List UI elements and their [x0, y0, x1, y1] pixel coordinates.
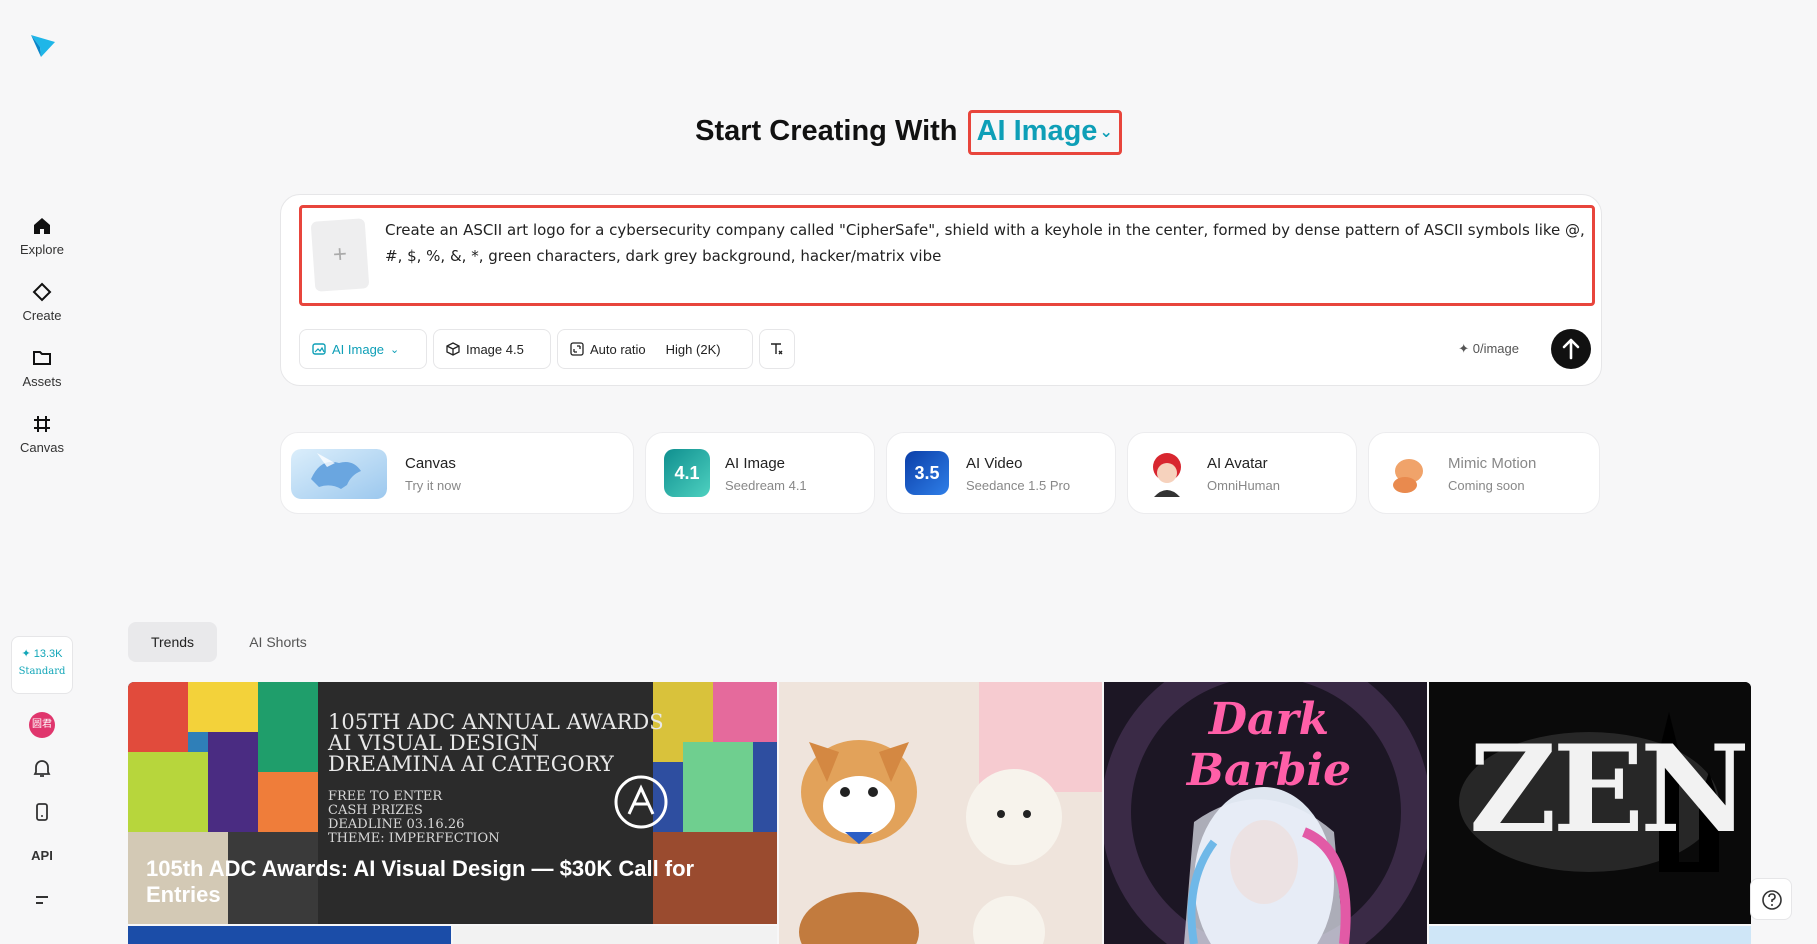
- gallery-item-next-middle[interactable]: [453, 926, 777, 944]
- tool-title: Canvas: [405, 455, 456, 472]
- credits-amount: ✦ 13.3K: [21, 648, 63, 660]
- tool-subtitle: Seedream 4.1: [725, 478, 807, 493]
- prompt-card: + Create an ASCII art logo for a cyberse…: [280, 194, 1602, 386]
- prompt-input-area[interactable]: + Create an ASCII art logo for a cyberse…: [299, 205, 1595, 306]
- mode-dropdown[interactable]: AI Image ⌄: [299, 329, 427, 369]
- zen-title: ZEN: [1469, 719, 1750, 860]
- diamond-icon: [32, 282, 52, 302]
- folder-icon: [33, 351, 51, 365]
- headline-line: DREAMINA AI CATEGORY: [328, 752, 614, 776]
- tool-title: AI Avatar: [1207, 455, 1268, 472]
- tab-ai-shorts[interactable]: AI Shorts: [228, 622, 328, 662]
- seedance-badge: 3.5: [905, 451, 949, 495]
- sidebar-item-canvas[interactable]: Canvas: [0, 414, 84, 455]
- badge-version: 4.1: [674, 463, 700, 483]
- mimic-motion-thumbnail: [1393, 459, 1423, 493]
- help-button[interactable]: [1750, 878, 1792, 920]
- model-label: Image 4.5: [466, 341, 524, 357]
- menu-icon[interactable]: [30, 888, 54, 912]
- image-icon: [312, 343, 326, 355]
- sidebar-item-explore[interactable]: Explore: [0, 216, 84, 257]
- canvas-icon: [34, 416, 50, 432]
- upload-reference-button[interactable]: +: [310, 218, 370, 292]
- tool-card-ai-video[interactable]: 3.5 AI Video Seedance 1.5 Pro: [886, 432, 1116, 514]
- ratio-icon: [570, 342, 584, 356]
- detail-line: FREE TO ENTER: [328, 789, 443, 804]
- mode-label: AI Image: [976, 115, 1098, 147]
- title-prefix: Start Creating With: [695, 115, 958, 147]
- featured-caption: 105th ADC Awards: AI Visual Design — $30…: [146, 856, 695, 907]
- barbie-title: Dark Barbie: [1186, 694, 1352, 796]
- tab-trends[interactable]: Trends: [128, 622, 217, 662]
- awards-details: FREE TO ENTER CASH PRIZES DEADLINE 03.16…: [328, 790, 500, 846]
- chevron-down-icon: ⌄: [390, 343, 400, 356]
- prompt-input[interactable]: Create an ASCII art logo for a cybersecu…: [385, 217, 1585, 269]
- cube-icon: [446, 342, 460, 356]
- sidebar-item-create[interactable]: Create: [0, 282, 84, 323]
- page-title: Start Creating With AI Image ⌄: [0, 110, 1817, 155]
- model-selector[interactable]: Image 4.5: [433, 329, 551, 369]
- gallery-item-zen[interactable]: ZEN: [1429, 682, 1751, 924]
- tool-card-ai-image[interactable]: 4.1 AI Image Seedream 4.1: [645, 432, 875, 514]
- featured-gallery-card[interactable]: 105TH ADC ANNUAL AWARDS AI VISUAL DESIGN…: [128, 682, 777, 924]
- ratio-label: Auto ratio: [590, 341, 646, 357]
- tool-subtitle: OmniHuman: [1207, 478, 1280, 493]
- badge-version: 3.5: [914, 463, 940, 483]
- api-link[interactable]: API: [0, 848, 84, 863]
- home-icon: [34, 218, 50, 234]
- quality-label: High (2K): [665, 341, 721, 357]
- canvas-pegasus-thumbnail: [291, 449, 387, 499]
- tool-subtitle: Seedance 1.5 Pro: [966, 478, 1071, 493]
- awards-headline: 105TH ADC ANNUAL AWARDS AI VISUAL DESIGN…: [328, 712, 664, 775]
- tool-card-mimic-motion[interactable]: Mimic Motion Coming soon: [1368, 432, 1600, 514]
- gallery-item-dark-barbie[interactable]: Dark Barbie: [1104, 682, 1427, 944]
- generate-button[interactable]: [1551, 329, 1591, 369]
- sidebar-item-label: Explore: [19, 242, 65, 257]
- cost-label: 0/image: [1472, 341, 1519, 356]
- tool-subtitle: Coming soon: [1448, 478, 1525, 493]
- avatar[interactable]: 圆君: [29, 712, 55, 738]
- text-style-button[interactable]: [759, 329, 795, 369]
- text-icon: [771, 343, 783, 355]
- seedream-badge: 4.1: [664, 449, 710, 497]
- avatar-character-thumbnail: [1153, 453, 1181, 497]
- plus-icon: +: [332, 240, 348, 269]
- detail-line: THEME: IMPERFECTION: [328, 831, 500, 846]
- detail-line: DEADLINE 03.16.26: [328, 817, 465, 832]
- mobile-icon[interactable]: [30, 800, 54, 824]
- sidebar-item-label: Create: [22, 308, 62, 323]
- sidebar-item-label: Canvas: [19, 440, 65, 455]
- tool-card-ai-avatar[interactable]: AI Avatar OmniHuman: [1127, 432, 1357, 514]
- question-icon: [1762, 890, 1782, 910]
- felt-dogs-image: [779, 682, 1102, 944]
- tool-card-canvas[interactable]: Canvas Try it now: [280, 432, 634, 514]
- credits-value: 13.3K: [33, 648, 63, 660]
- tool-title: AI Image: [725, 455, 786, 472]
- bell-icon[interactable]: [30, 756, 54, 780]
- tool-subtitle: Try it now: [405, 478, 461, 493]
- tool-title: Mimic Motion: [1448, 455, 1537, 472]
- headline-line: 105TH ADC ANNUAL AWARDS: [328, 710, 664, 734]
- sidebar-item-assets[interactable]: Assets: [0, 348, 84, 389]
- plan-tier: Standard: [18, 666, 66, 677]
- dreamina-logo[interactable]: [28, 30, 58, 60]
- generation-cost: ✦ 0/image: [1458, 341, 1519, 356]
- adc-logo: [614, 775, 668, 829]
- sidebar-item-label: Assets: [22, 374, 62, 389]
- credits-badge[interactable]: ✦ 13.3K Standard: [11, 636, 73, 694]
- gallery-item-next[interactable]: [1429, 926, 1751, 944]
- gallery-item-next-left[interactable]: [128, 926, 451, 944]
- ratio-quality-selector[interactable]: Auto ratio High (2K): [557, 329, 753, 369]
- headline-line: AI VISUAL DESIGN: [328, 731, 539, 755]
- mode-dropdown-label: AI Image: [332, 341, 385, 357]
- chevron-down-icon: ⌄: [1099, 124, 1113, 142]
- detail-line: CASH PRIZES: [328, 803, 423, 818]
- arrow-up-icon: [1562, 338, 1580, 360]
- gallery-item-felt-dogs[interactable]: [779, 682, 1102, 944]
- mode-selector[interactable]: AI Image ⌄: [967, 110, 1122, 155]
- tool-title: AI Video: [966, 455, 1023, 472]
